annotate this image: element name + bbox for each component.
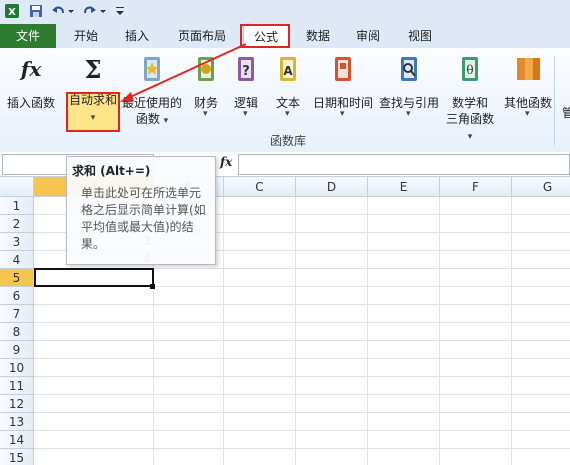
lookup-button[interactable]: 查找与引用: [376, 54, 442, 111]
quick-access-toolbar: X: [0, 0, 570, 23]
gridline-v: [295, 197, 296, 465]
calendar-book-icon: [335, 57, 351, 81]
row-header-13[interactable]: 13: [0, 413, 34, 431]
select-all-corner[interactable]: [0, 177, 34, 197]
insert-function-button[interactable]: fx 插入函数: [4, 54, 58, 111]
row-header-4[interactable]: 4: [0, 251, 34, 269]
formula-input[interactable]: [238, 154, 570, 175]
row-header-9[interactable]: 9: [0, 341, 34, 359]
gridline-v: [439, 197, 440, 465]
name-manager-partial-label[interactable]: 管: [562, 104, 570, 121]
row-header-5[interactable]: 5: [0, 269, 34, 287]
datetime-button[interactable]: 日期和时间: [310, 54, 376, 111]
question-book-icon: ?: [238, 57, 254, 81]
fx-button[interactable]: fx: [220, 155, 236, 172]
gridline-v: [367, 197, 368, 465]
stacked-books-icon: [517, 58, 540, 80]
star-book-icon: [144, 57, 160, 81]
row-header-6[interactable]: 6: [0, 287, 34, 305]
datetime-dropdown-arrow[interactable]: ▾: [340, 109, 345, 119]
tab-insert[interactable]: 插入: [120, 26, 154, 46]
gridline-h: [34, 430, 570, 431]
formula-tab-highlight: [240, 24, 290, 48]
recently-used-label-2: 函数 ▾: [135, 112, 169, 126]
row-header-14[interactable]: 14: [0, 431, 34, 449]
row-header-7[interactable]: 7: [0, 305, 34, 323]
row-header-10[interactable]: 10: [0, 359, 34, 377]
tab-view[interactable]: 视图: [402, 26, 438, 46]
column-header-e[interactable]: E: [368, 177, 440, 197]
row-header-15[interactable]: 15: [0, 449, 34, 465]
row-header-1[interactable]: 1: [0, 197, 34, 215]
logical-dropdown-arrow[interactable]: ▾: [243, 109, 248, 119]
magnifier-book-icon: [401, 57, 417, 81]
more-functions-dropdown-arrow[interactable]: ▾: [525, 109, 530, 119]
text-book-icon: A: [280, 57, 296, 81]
financial-button[interactable]: 财务: [188, 54, 224, 111]
tab-file[interactable]: 文件: [0, 24, 56, 48]
gridline-h: [34, 394, 570, 395]
sigma-icon: Σ: [85, 55, 102, 84]
svg-text:X: X: [8, 7, 16, 18]
tooltip-title: 求和 (Alt+=): [72, 164, 151, 178]
excel-logo-icon[interactable]: X: [4, 3, 20, 19]
autosum-label-overlay[interactable]: 自动求和 ▾: [66, 92, 120, 126]
gridline-h: [34, 340, 570, 341]
gridline-h: [34, 376, 570, 377]
gridline-h: [34, 304, 570, 305]
row-header-3[interactable]: 3: [0, 233, 34, 251]
text-dropdown-arrow[interactable]: ▾: [285, 109, 290, 119]
more-functions-button[interactable]: 其他函数: [500, 54, 556, 111]
svg-text:?: ?: [242, 64, 250, 79]
logical-button[interactable]: ? 逻辑: [230, 54, 262, 111]
recently-used-button[interactable]: 最近使用的 函数 ▾: [122, 54, 182, 129]
gridline-v: [511, 197, 512, 465]
column-header-f[interactable]: F: [440, 177, 512, 197]
math-trig-button[interactable]: θ 数学和 三角函数 ▾: [442, 54, 498, 145]
autosum-tooltip: 求和 (Alt+=) 单击此处可在所选单元格之后显示简单计算(如平均值或最大值)…: [66, 156, 216, 265]
active-cell-a5[interactable]: [34, 268, 154, 287]
undo-icon[interactable]: [50, 3, 66, 19]
math-label-1: 数学和: [451, 96, 488, 110]
svg-text:fx: fx: [19, 57, 43, 81]
gridline-h: [34, 412, 570, 413]
svg-text:Σ: Σ: [85, 55, 102, 84]
gridline-v: [223, 197, 224, 465]
svg-text:θ: θ: [466, 63, 473, 77]
insert-function-label: 插入函数: [6, 96, 55, 110]
undo-dropdown-icon[interactable]: [66, 3, 76, 19]
fill-handle[interactable]: [150, 284, 155, 289]
redo-icon[interactable]: [82, 3, 98, 19]
redo-dropdown-icon[interactable]: [98, 3, 108, 19]
tab-review[interactable]: 审阅: [350, 26, 386, 46]
gridline-h: [34, 448, 570, 449]
ribbon-separator: [554, 56, 555, 146]
column-header-d[interactable]: D: [296, 177, 368, 197]
financial-dropdown-arrow[interactable]: ▾: [203, 109, 208, 119]
gridline-h: [34, 322, 570, 323]
theta-book-icon: θ: [462, 57, 478, 81]
row-header-2[interactable]: 2: [0, 215, 34, 233]
tooltip-body: 单击此处可在所选单元格之后显示简单计算(如平均值或最大值)的结果。: [81, 186, 206, 251]
recently-used-label-1: 最近使用的: [122, 96, 183, 110]
row-header-8[interactable]: 8: [0, 323, 34, 341]
fx-icon: fx: [19, 57, 43, 81]
text-button[interactable]: A 文本: [272, 54, 304, 111]
math-label-2: 三角函数 ▾: [445, 112, 494, 142]
tab-data[interactable]: 数据: [300, 26, 336, 46]
column-header-c[interactable]: C: [224, 177, 296, 197]
tab-home[interactable]: 开始: [70, 26, 102, 46]
function-library-group-label: 函数库: [269, 134, 306, 148]
financial-book-icon: [198, 57, 214, 81]
save-icon[interactable]: [28, 3, 44, 19]
row-header-11[interactable]: 11: [0, 377, 34, 395]
column-header-g[interactable]: G: [512, 177, 570, 197]
row-header-12[interactable]: 12: [0, 395, 34, 413]
customize-toolbar-icon[interactable]: [114, 3, 126, 19]
gridline-h: [34, 358, 570, 359]
lookup-dropdown-arrow[interactable]: ▾: [406, 109, 411, 119]
svg-text:A: A: [283, 64, 293, 78]
tab-page-layout[interactable]: 页面布局: [172, 26, 232, 46]
